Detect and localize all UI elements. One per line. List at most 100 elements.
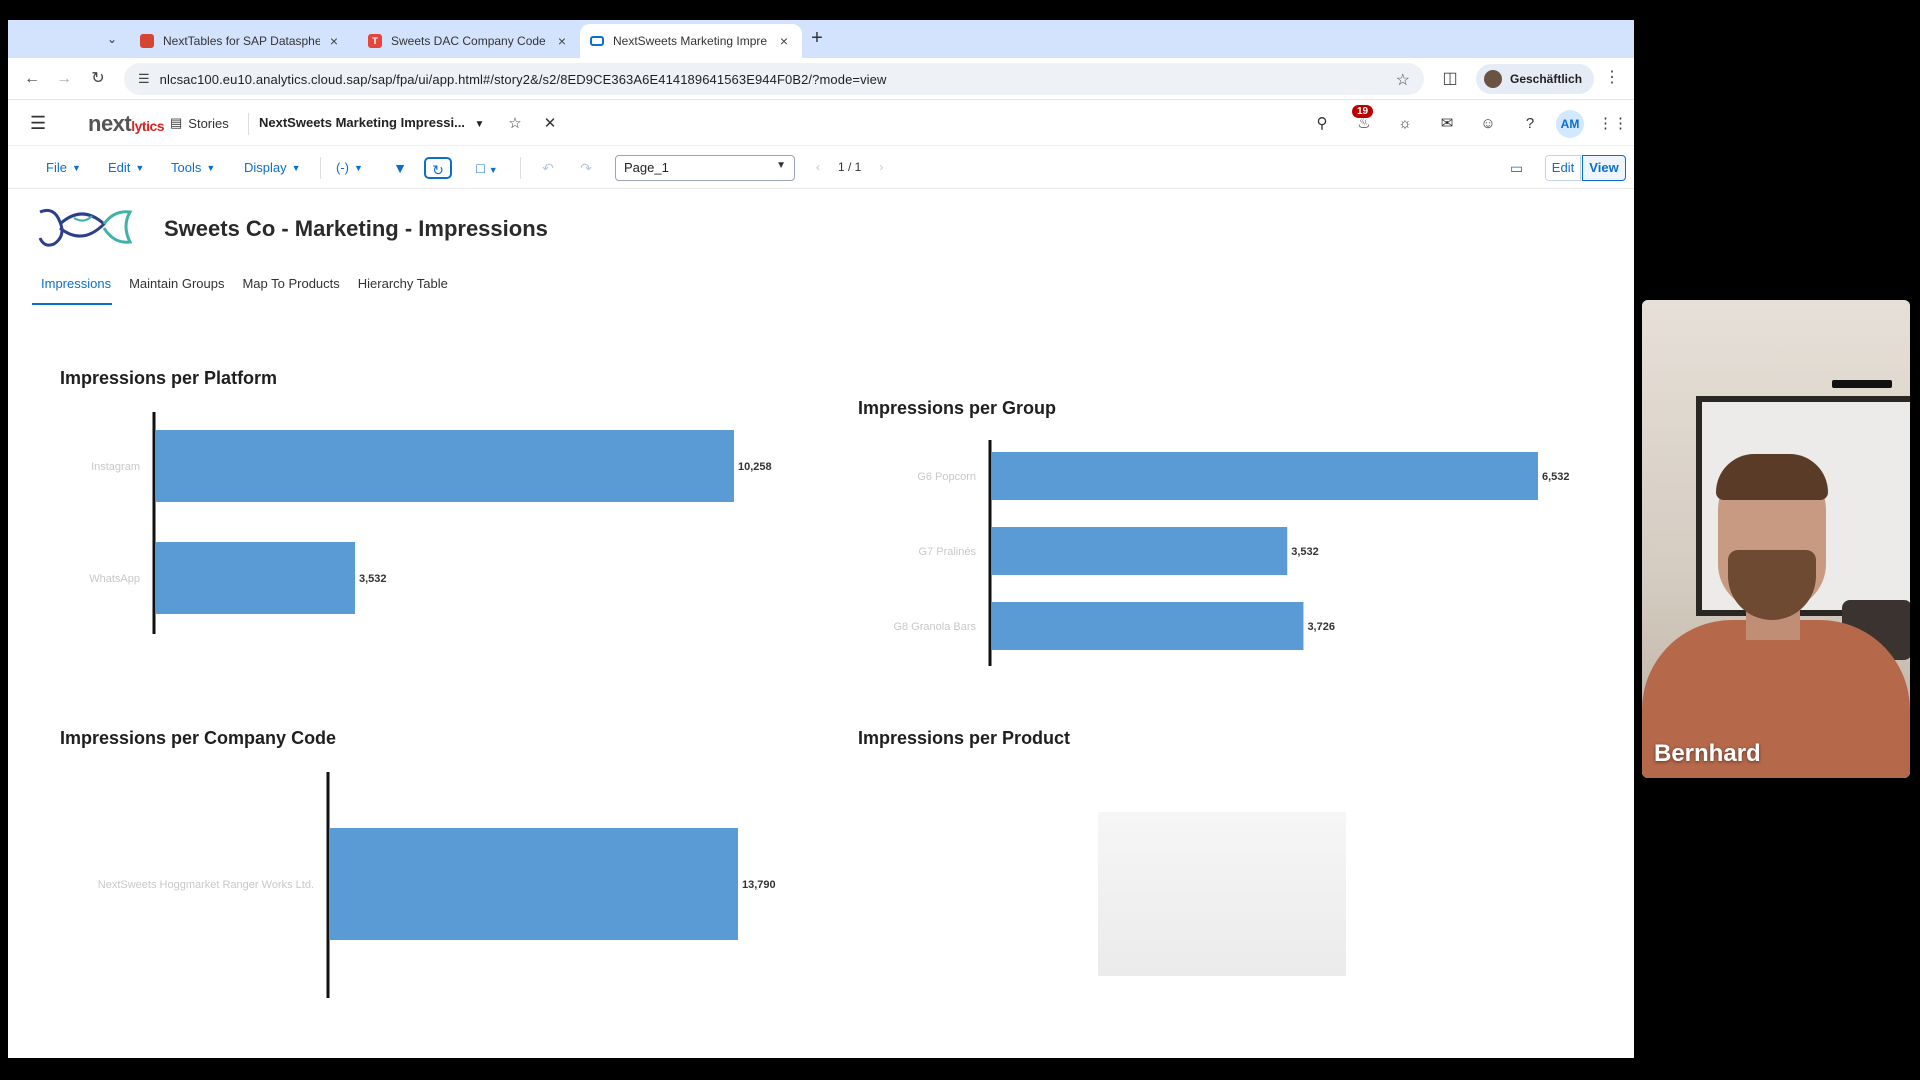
nextlytics-logo: nextlytics: [88, 111, 165, 137]
tab-impressions[interactable]: Impressions: [32, 276, 120, 305]
chart-group[interactable]: 6,532 G6 Popcorn 3,532 G7 Pralinés 3,726 G8 G…: [858, 440, 1578, 680]
browser-tab-title: Sweets DAC Company Code: [391, 34, 546, 48]
chevron-down-icon: ▼: [776, 160, 786, 171]
bookmark-star-icon[interactable]: ☆: [1396, 70, 1410, 90]
file-menu[interactable]: File ▼: [46, 160, 81, 175]
favorite-star-icon[interactable]: ☆: [503, 113, 527, 135]
nexttables-favicon-icon: [140, 34, 154, 48]
next-page-icon[interactable]: ›: [879, 160, 883, 174]
chart-title-product: Impressions per Product: [858, 728, 1071, 748]
chart-company-code[interactable]: 13,790 NextSweets Hoggmarket Ranger Works…: [60, 772, 780, 1012]
address-bar: ← → ↻ ☰ nlcsac100.eu10.analytics.cloud.s…: [8, 58, 1634, 100]
video-person-hair: [1716, 454, 1828, 500]
browser-profile-chip[interactable]: Geschäftlich: [1476, 64, 1595, 94]
divider: [320, 157, 321, 179]
lightbulb-icon[interactable]: ☼: [1393, 113, 1417, 135]
close-story-icon[interactable]: ✕: [538, 113, 562, 135]
chart-title-company-code: Impressions per Company Code: [60, 728, 337, 748]
edit-menu[interactable]: Edit ▼: [108, 160, 144, 175]
tools-menu[interactable]: Tools ▼: [171, 160, 215, 175]
display-menu[interactable]: Display ▼: [244, 160, 301, 175]
bar-company-0[interactable]: [330, 828, 738, 940]
story-toolbar: File ▼ Edit ▼ Tools ▼ Display ▼ (-) ▼ ▼ ↻ □ ▼…: [8, 147, 1634, 189]
sweets-candy-logo-icon: [38, 208, 133, 247]
bar-category-label: WhatsApp: [89, 573, 140, 585]
chevron-down-icon: ▼: [354, 162, 363, 173]
view-mode-button[interactable]: View: [1582, 155, 1626, 181]
new-tab-plus-icon[interactable]: +: [805, 27, 829, 51]
story-tabs: Impressions Maintain Groups Map To Produ…: [32, 276, 457, 305]
browser-tab-title: NextTables for SAP Datasphe: [163, 34, 320, 48]
edit-menu-label: Edit: [108, 160, 131, 175]
forward-arrow-icon[interactable]: →: [52, 67, 76, 91]
page-select[interactable]: Page_1 ▼: [615, 155, 795, 181]
browser-menu-kebab-icon[interactable]: ⋮: [1604, 67, 1620, 87]
bar-platform-0[interactable]: [156, 430, 734, 502]
refresh-icon[interactable]: ↻: [424, 157, 452, 179]
search-icon[interactable]: ⚲: [1310, 113, 1334, 135]
browser-tab-sweets-dac[interactable]: T Sweets DAC Company Code ×: [358, 24, 580, 58]
previous-page-icon[interactable]: ‹: [816, 160, 820, 174]
bar-category-label: G6 Popcorn: [917, 471, 976, 483]
stories-icon: ▤: [170, 115, 183, 130]
filter-icon[interactable]: ▼: [390, 157, 410, 179]
close-tab-icon[interactable]: ×: [776, 33, 792, 49]
comments-icon[interactable]: ✉: [1435, 113, 1459, 135]
divider: [520, 157, 521, 179]
undo-icon[interactable]: ↶: [538, 157, 558, 179]
tab-list-chevron-icon[interactable]: ⌄: [100, 27, 124, 51]
notification-count-badge: 19: [1352, 105, 1374, 118]
user-avatar[interactable]: AM: [1556, 110, 1584, 138]
back-arrow-icon[interactable]: ←: [20, 67, 44, 91]
tab-map-to-products[interactable]: Map To Products: [233, 276, 348, 305]
chart-title-platform: Impressions per Platform: [60, 368, 278, 388]
close-tab-icon[interactable]: ×: [326, 33, 342, 49]
bookmark-icon[interactable]: □ ▼: [470, 157, 504, 179]
chevron-down-icon: ▼: [71, 162, 81, 173]
sap-favicon-icon: [590, 36, 604, 46]
bar-value-label: 3,726: [1307, 621, 1335, 633]
browser-tab-nexttables[interactable]: NextTables for SAP Datasphe ×: [130, 24, 352, 58]
bar-value-label: 6,532: [1542, 471, 1570, 483]
reload-icon[interactable]: ↻: [86, 67, 110, 91]
tab-maintain-groups[interactable]: Maintain Groups: [120, 276, 233, 305]
tab-hierarchy-table[interactable]: Hierarchy Table: [349, 276, 457, 305]
browser-tab-nextsweets[interactable]: NextSweets Marketing Impre ×: [580, 24, 802, 58]
t-favicon-icon: T: [368, 34, 382, 48]
present-monitor-icon[interactable]: ▭: [1510, 160, 1523, 177]
screen: ⌄ NextTables for SAP Datasphe × T Sweets…: [0, 0, 1920, 1080]
logo-accent: lytics: [131, 118, 165, 134]
file-menu-label: File: [46, 160, 67, 175]
stories-nav[interactable]: ▤ Stories: [170, 115, 229, 131]
bar-group-0[interactable]: [992, 452, 1538, 500]
app-grid-icon[interactable]: ⋮⋮: [1598, 113, 1628, 135]
story-title-dropdown[interactable]: NextSweets Marketing Impressi... ▼: [259, 115, 484, 130]
extensions-puzzle-icon[interactable]: ◫: [1438, 67, 1462, 91]
bar-category-label: G7 Pralinés: [919, 546, 977, 558]
url-text[interactable]: nlcsac100.eu10.analytics.cloud.sap/sap/f…: [160, 72, 887, 87]
chevron-down-icon: ▼: [291, 162, 301, 173]
hamburger-menu-icon[interactable]: ☰: [30, 113, 46, 134]
profile-label: Geschäftlich: [1510, 72, 1583, 86]
page-count: 1 / 1: [838, 160, 862, 174]
bar-value-label: 13,790: [742, 879, 776, 891]
bar-platform-1[interactable]: [156, 542, 356, 614]
url-omnibox[interactable]: ☰ nlcsac100.eu10.analytics.cloud.sap/sap…: [124, 63, 1424, 95]
bar-category-label: G8 Granola Bars: [893, 621, 976, 633]
chart-title-group: Impressions per Group: [858, 398, 1057, 418]
bar-group-1[interactable]: [992, 527, 1288, 575]
redo-icon[interactable]: ↷: [576, 157, 596, 179]
chart-platform[interactable]: 10,258 Instagram 3,532 WhatsApp: [60, 412, 780, 642]
formula-menu[interactable]: (-) ▼: [336, 160, 363, 175]
close-tab-icon[interactable]: ×: [554, 33, 570, 49]
bar-group-2[interactable]: [992, 602, 1304, 650]
participant-name: Bernhard: [1654, 740, 1761, 767]
edit-mode-button[interactable]: Edit: [1545, 155, 1581, 181]
help-icon[interactable]: ?: [1518, 113, 1542, 135]
site-info-icon[interactable]: ☰: [138, 71, 150, 87]
collaboration-icon[interactable]: ☺: [1476, 113, 1500, 135]
bar-category-label: Instagram: [91, 461, 140, 473]
tab-strip: ⌄ NextTables for SAP Datasphe × T Sweets…: [8, 20, 1634, 58]
video-camera-device: [1832, 380, 1892, 388]
story-title-text: NextSweets Marketing Impressi...: [259, 115, 465, 130]
